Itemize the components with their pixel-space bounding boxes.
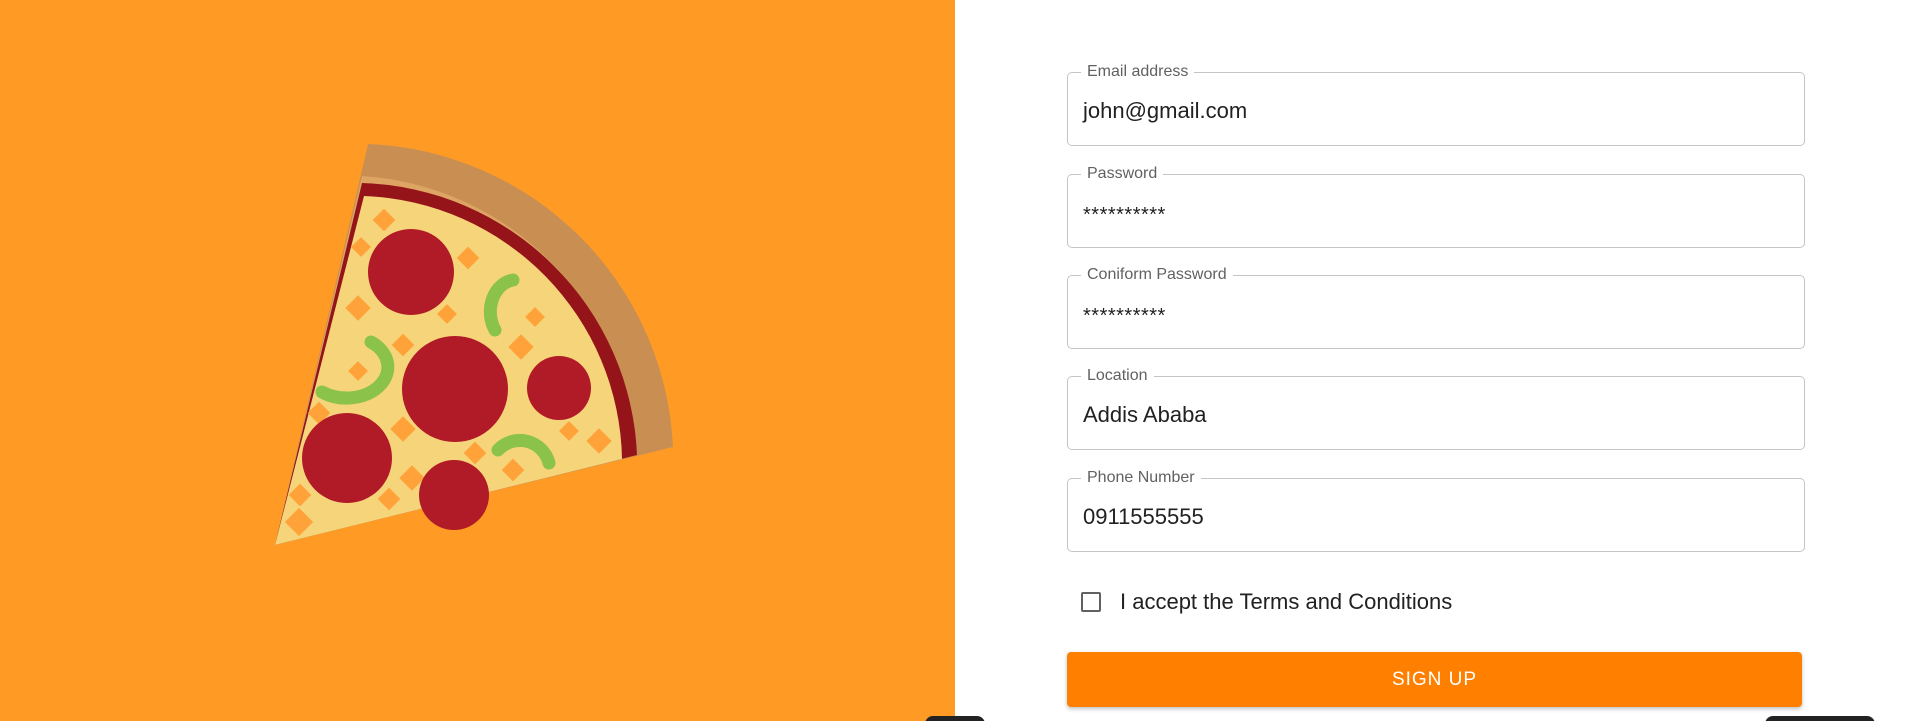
signup-form-panel: Email address john@gmail.com Password **…: [955, 0, 1910, 721]
edge-overflow-element: [1765, 716, 1875, 721]
edge-overflow-element: [925, 716, 985, 721]
password-value[interactable]: **********: [1083, 202, 1166, 228]
illustration-panel: [0, 0, 955, 721]
location-field[interactable]: Location Addis Ababa: [1067, 366, 1805, 450]
terms-checkbox[interactable]: [1081, 592, 1101, 612]
signup-page: Email address john@gmail.com Password **…: [0, 0, 1910, 721]
password-label: Password: [1081, 164, 1164, 184]
confirm-password-field[interactable]: Coniform Password **********: [1067, 265, 1805, 349]
location-value[interactable]: Addis Ababa: [1083, 402, 1207, 428]
pizza-slice-illustration: [275, 144, 673, 545]
email-value[interactable]: john@gmail.com: [1083, 98, 1247, 124]
phone-number-label: Phone Number: [1081, 468, 1201, 488]
terms-label[interactable]: I accept the Terms and Conditions: [1120, 589, 1452, 615]
email-field[interactable]: Email address john@gmail.com: [1067, 62, 1805, 146]
confirm-password-label: Coniform Password: [1081, 265, 1233, 285]
password-field[interactable]: Password **********: [1067, 164, 1805, 248]
phone-number-field[interactable]: Phone Number 0911555555: [1067, 468, 1805, 552]
confirm-password-value[interactable]: **********: [1083, 303, 1166, 329]
phone-number-value[interactable]: 0911555555: [1083, 504, 1204, 530]
sign-up-button[interactable]: SIGN UP: [1067, 652, 1802, 707]
terms-row[interactable]: I accept the Terms and Conditions: [1081, 587, 1452, 617]
location-label: Location: [1081, 366, 1154, 386]
email-label: Email address: [1081, 62, 1195, 82]
